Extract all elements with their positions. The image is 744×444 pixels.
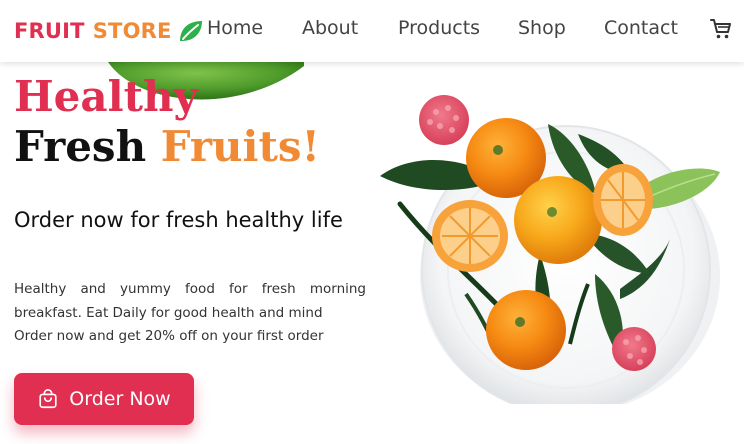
navbar: FRUIT STORE Home About Products Shop Con… — [0, 0, 744, 62]
brand-logo[interactable]: FRUIT STORE — [14, 16, 204, 46]
hero-description-line1: Healthy and yummy food for fresh morning… — [14, 281, 366, 321]
leaf-icon — [179, 21, 202, 41]
nav-contact[interactable]: Contact — [604, 17, 678, 39]
nav-about[interactable]: About — [302, 17, 358, 39]
shopping-bag-icon — [39, 389, 57, 409]
cart-icon[interactable] — [709, 17, 733, 41]
hero-title: Healthy Fresh Fruits! — [14, 72, 320, 172]
hero-title-fresh: Fresh — [14, 122, 147, 171]
hero-description: Healthy and yummy food for fresh morning… — [14, 278, 366, 349]
hero-title-line2: Fresh Fruits! — [14, 122, 320, 172]
hero-subtitle: Order now for fresh healthy life — [14, 208, 343, 232]
brand-word-store: STORE — [92, 19, 172, 43]
order-now-label: Order Now — [69, 388, 171, 410]
order-now-button[interactable]: Order Now — [14, 373, 194, 425]
plate-of-oranges-image — [380, 95, 720, 404]
nav-home[interactable]: Home — [207, 17, 263, 39]
nav-shop[interactable]: Shop — [518, 17, 566, 39]
hero-description-line2: Order now and get 20% off on your first … — [14, 328, 324, 344]
hero-title-fruits: Fruits! — [160, 122, 320, 171]
brand-word-fruit: FRUIT — [14, 19, 85, 43]
nav-products[interactable]: Products — [398, 17, 480, 39]
hero-title-line1: Healthy — [14, 72, 198, 121]
